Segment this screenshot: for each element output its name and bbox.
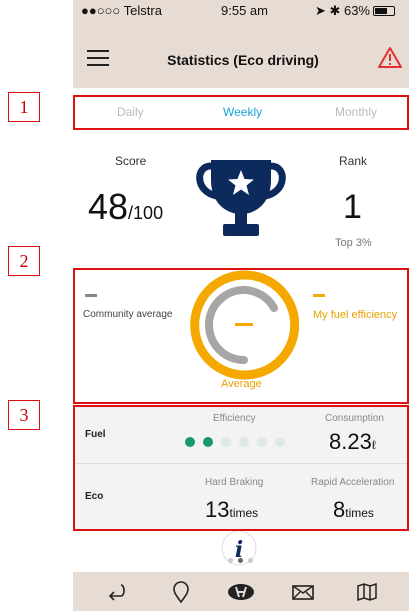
page-dot [228,558,233,563]
annotation-box-1 [73,95,409,130]
carrier-label: ●●○○○ Telstra [81,3,162,18]
annotation-label-1: 1 [8,92,40,122]
page-dot-active [238,558,243,563]
hyundai-logo-icon[interactable] [227,581,255,603]
return-icon[interactable] [105,581,129,603]
page-dot [248,558,253,563]
annotation-box-3 [73,405,409,531]
rank-value: 1 [343,188,362,226]
score-label: Score [115,154,147,168]
page-indicator [228,558,254,566]
score-max: /100 [128,203,164,223]
trophy-icon [196,160,286,236]
battery-percent: 63% [343,3,370,18]
map-icon[interactable] [355,581,379,603]
mail-icon[interactable] [291,581,315,603]
status-bar: ●●○○○ Telstra 9:55 am ➤ ✱ 63% [73,0,409,22]
page-title: Statistics (Eco driving) [167,52,319,68]
score-number: 48 [88,186,129,227]
top-bar: ●●○○○ Telstra 9:55 am ➤ ✱ 63% Statistics… [73,0,409,88]
clock: 9:55 am [221,3,268,18]
battery-icon [373,6,395,16]
hamburger-menu-icon[interactable] [87,50,109,66]
status-right: ➤ ✱ 63% [315,3,395,19]
annotation-label-3: 3 [8,400,40,430]
warning-triangle-icon[interactable] [378,46,402,70]
score-value: 48/100 [88,186,163,228]
rank-label: Rank [339,154,368,168]
location-pin-icon[interactable] [169,581,193,603]
annotation-label-2: 2 [8,246,40,276]
bottom-tab-bar [73,572,409,611]
annotation-box-2 [73,268,409,404]
rank-percentile: Top 3% [335,237,372,249]
